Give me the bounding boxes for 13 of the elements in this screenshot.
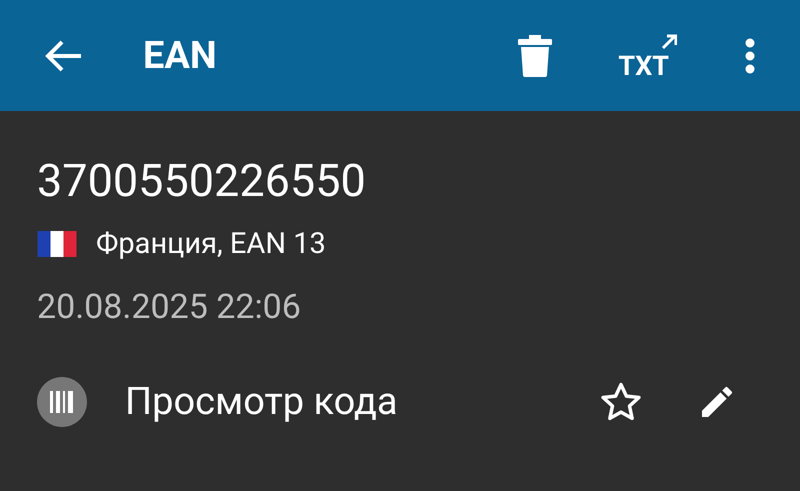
more-menu-icon[interactable] [745,38,755,74]
export-arrow-icon [661,34,677,50]
back-icon[interactable] [43,38,83,72]
export-txt-button[interactable]: TXT [618,34,677,82]
france-flag-icon [37,231,77,257]
trash-icon[interactable] [518,34,552,76]
country-format: Франция, EAN 13 [96,227,326,261]
barcode-icon [37,377,87,427]
view-code-label[interactable]: Просмотр кода [125,380,600,424]
scan-date: 20.08.2025 22:06 [37,287,302,327]
star-icon[interactable] [600,382,642,422]
barcode-value: 3700550226550 [37,153,367,209]
toolbar-title: EAN [143,34,218,78]
